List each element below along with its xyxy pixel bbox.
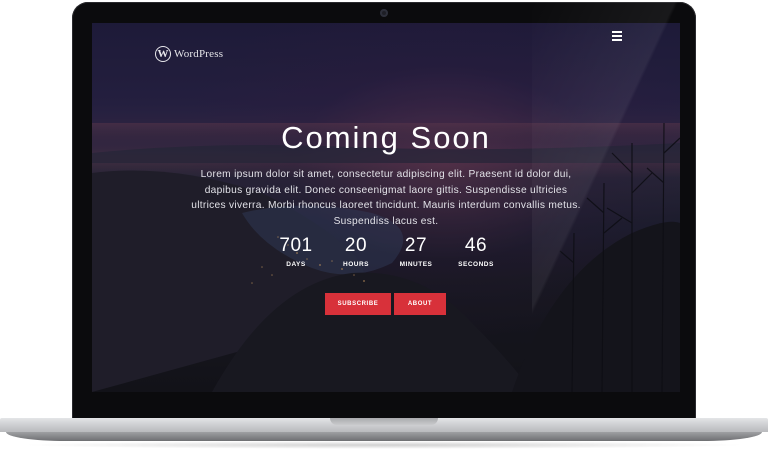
subscribe-button[interactable]: SUBSCRIBE xyxy=(325,293,391,315)
countdown-label: DAYS xyxy=(286,261,306,268)
countdown-hours: 20 HOURS xyxy=(326,235,386,268)
countdown-value: 46 xyxy=(464,235,488,256)
laptop-notch xyxy=(330,418,438,425)
countdown-label: HOURS xyxy=(343,261,369,268)
laptop-base-edge xyxy=(6,432,762,441)
countdown-days: 701 DAYS xyxy=(266,235,326,268)
hamburger-menu-icon[interactable] xyxy=(612,31,622,41)
logo-text: WordPress xyxy=(174,48,224,60)
page-title: Coming Soon xyxy=(281,119,491,155)
countdown-label: SECONDS xyxy=(458,261,494,268)
webcam-icon xyxy=(380,9,388,17)
countdown-minutes: 27 MINUTES xyxy=(386,235,446,268)
countdown-value: 701 xyxy=(279,235,313,256)
countdown-label: MINUTES xyxy=(399,261,433,268)
website-screen: W WordPress Coming Soon Lorem ipsum dolo… xyxy=(92,23,680,392)
countdown-value: 20 xyxy=(344,235,368,256)
hero-description: Lorem ipsum dolor sit amet, consectetur … xyxy=(191,169,581,227)
wordpress-logo-icon: W xyxy=(155,46,171,62)
countdown-value: 27 xyxy=(404,235,428,256)
laptop-shadow xyxy=(20,441,748,449)
countdown-timer: 701 DAYS 20 HOURS 27 MINUTES 46 SECONDS xyxy=(266,235,506,268)
about-button[interactable]: ABOUT xyxy=(394,293,446,315)
cta-buttons: SUBSCRIBE ABOUT xyxy=(325,293,446,315)
site-logo[interactable]: W WordPress xyxy=(155,46,223,62)
countdown-seconds: 46 SECONDS xyxy=(446,235,506,268)
